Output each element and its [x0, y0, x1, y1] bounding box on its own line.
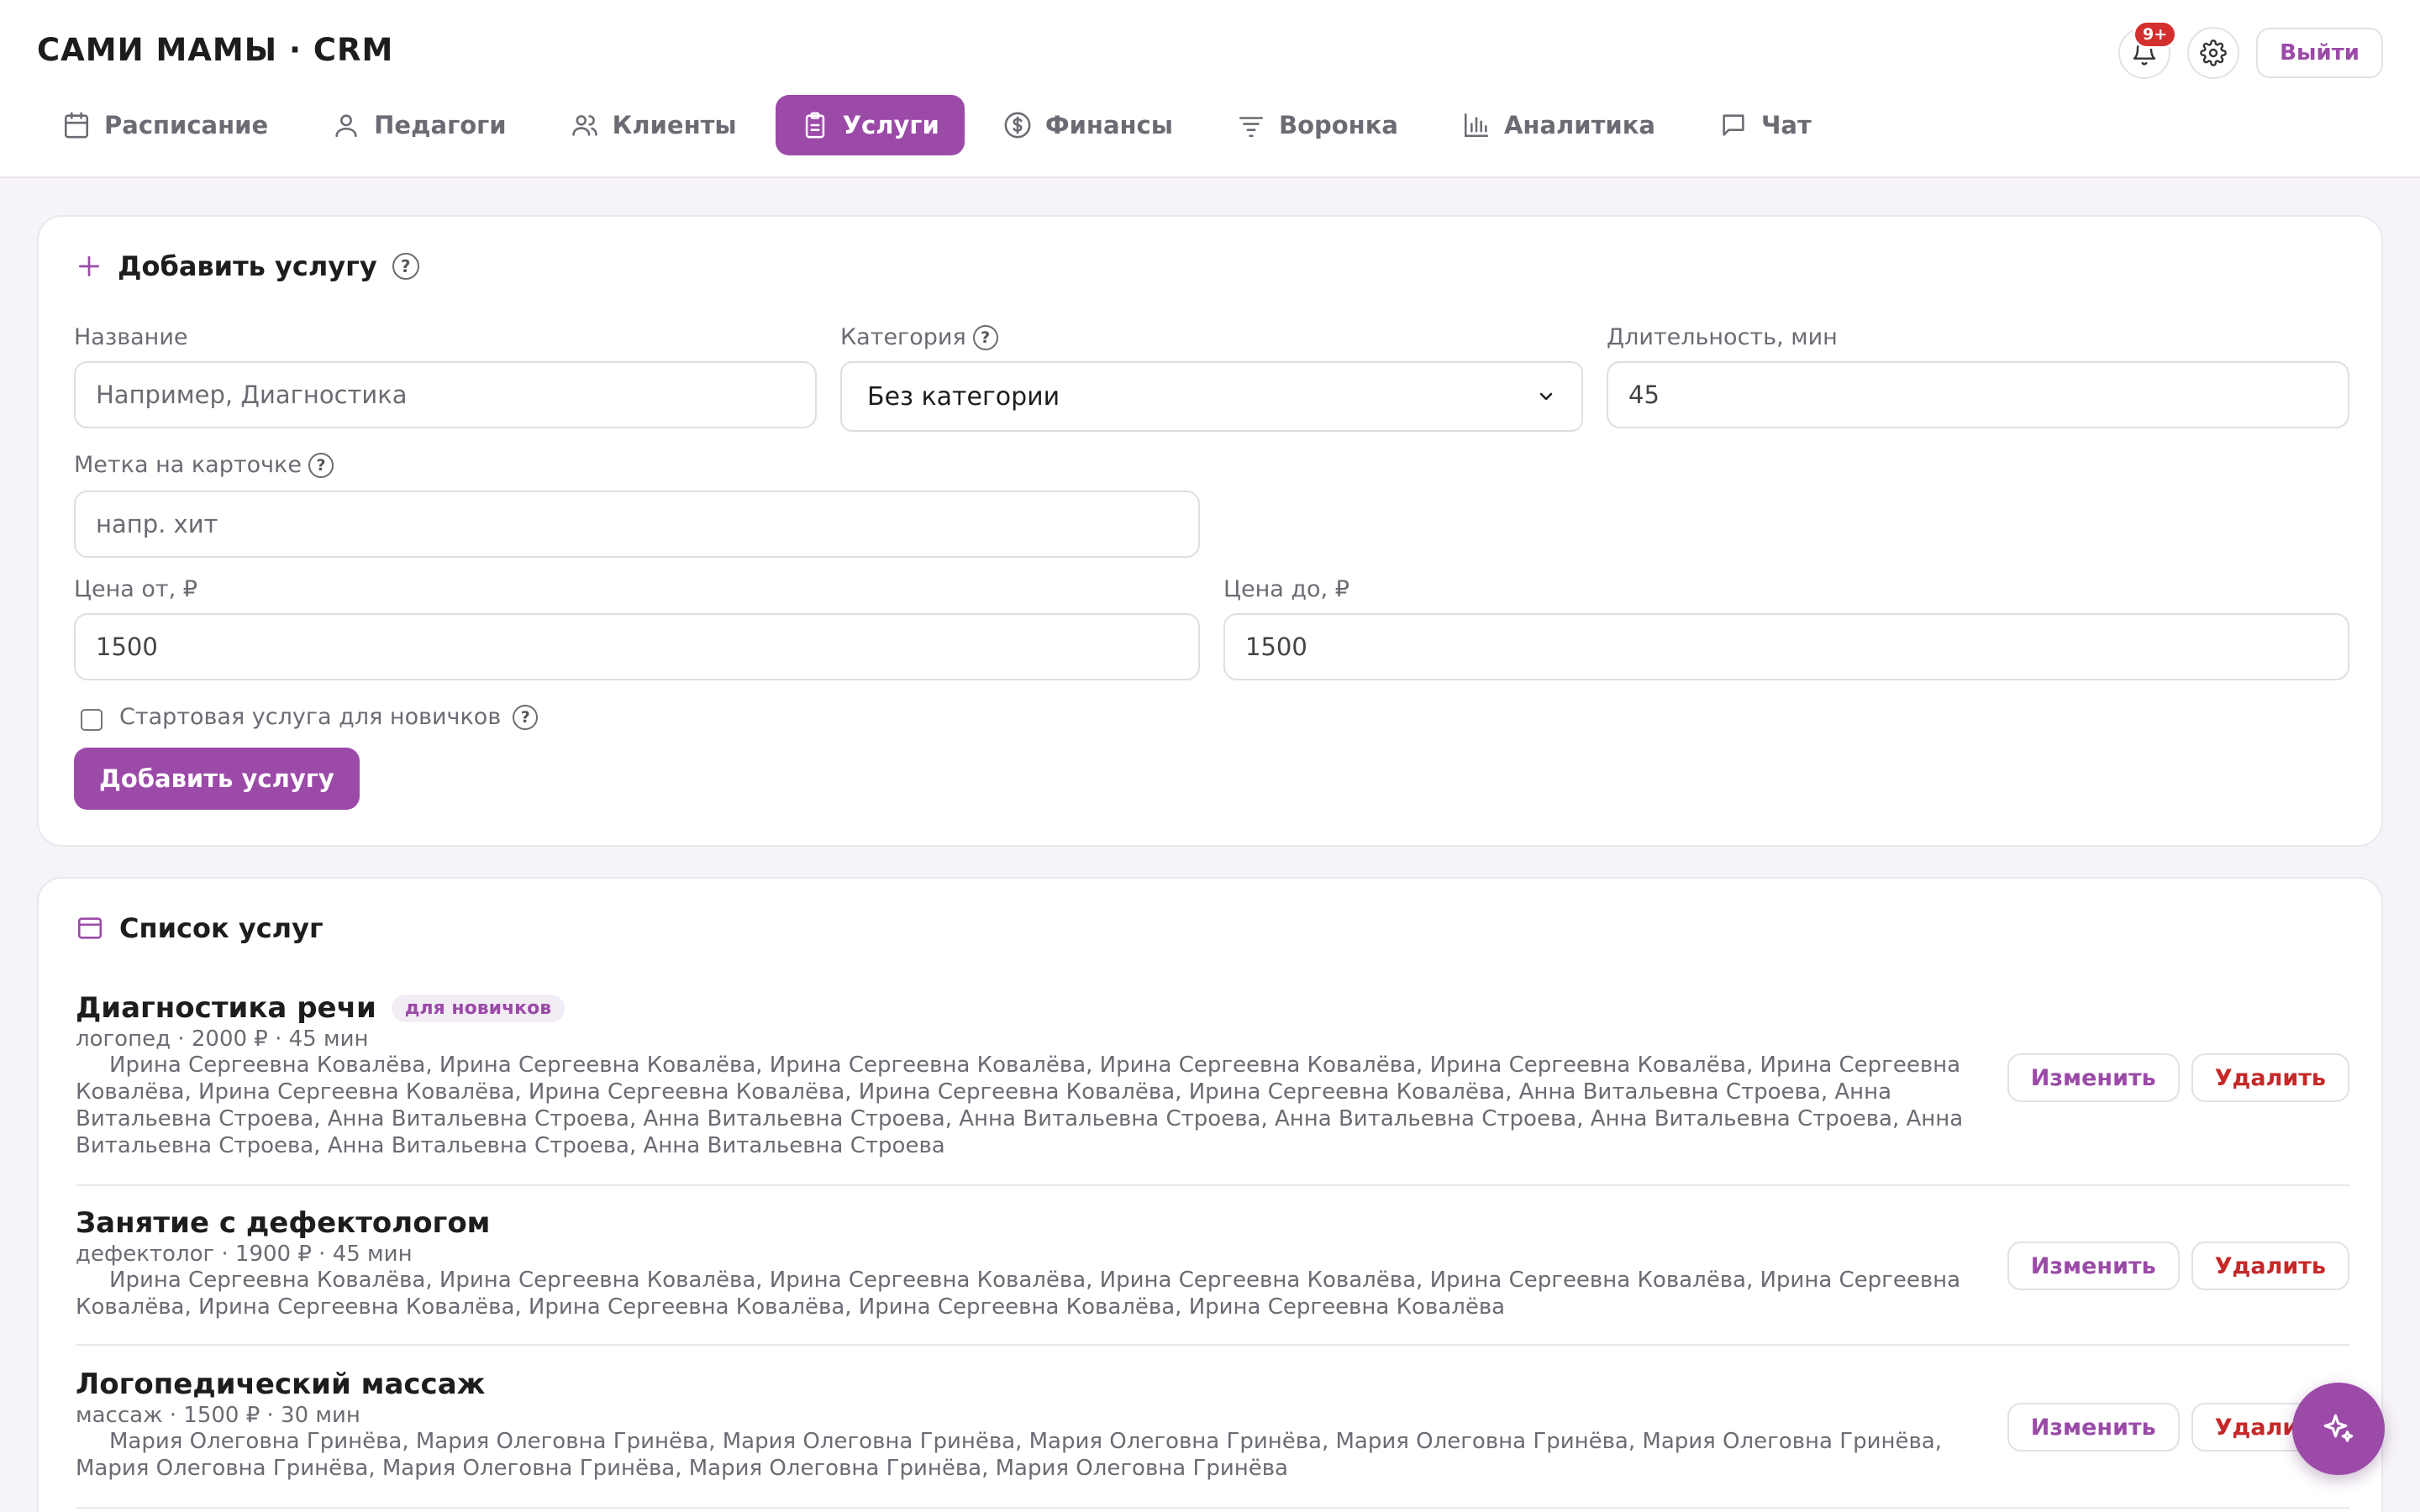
category-label-text: Категория: [840, 324, 966, 350]
add-service-button[interactable]: Добавить услугу: [74, 748, 360, 810]
filter-icon: [1239, 117, 1263, 138]
delete-button[interactable]: Удалить: [2191, 1053, 2349, 1102]
service-name: Логопедический массаж: [76, 1368, 2349, 1401]
category-label: Категория ?: [840, 324, 998, 350]
services-list-card: Список услуг Диагностика речи для новичк…: [37, 877, 2383, 1512]
edit-button[interactable]: Изменить: [2007, 1403, 2180, 1452]
service-staff: Ирина Сергеевна Ковалёва, Ирина Сергеевн…: [76, 1268, 1961, 1320]
nav-item-schedule[interactable]: Расписание: [37, 95, 293, 155]
settings-button[interactable]: [2187, 27, 2240, 79]
price-from-label: Цена от, ₽: [74, 576, 197, 602]
notifications-badge: 9+: [2133, 20, 2178, 49]
name-input[interactable]: Например, Диагностика: [74, 361, 817, 428]
tag-label: Метка на карточке ?: [74, 452, 334, 478]
price-to-input[interactable]: 1500: [1223, 613, 2349, 680]
nav-item-label: Чат: [1760, 111, 1812, 139]
notifications-button[interactable]: 9+: [2118, 20, 2178, 79]
starter-label-text: Стартовая услуга для новичков: [119, 704, 502, 730]
duration-input[interactable]: 45: [1607, 361, 2349, 428]
edit-button[interactable]: Изменить: [2007, 1053, 2180, 1102]
category-value: Без категории: [867, 381, 1060, 412]
services-list-heading: Список услуг: [76, 912, 324, 944]
top-header: САМИ МАМЫ · CRM 9+ Выйти Расписание Педа…: [0, 0, 2420, 178]
nav-item-services[interactable]: Услуги: [775, 95, 965, 155]
delete-button[interactable]: Удалить: [2191, 1242, 2349, 1290]
service-name: Занятие с дефектологом: [76, 1206, 2349, 1240]
nav-item-label: Услуги: [842, 111, 939, 139]
divider: [76, 1344, 2349, 1346]
nav-item-label: Финансы: [1044, 111, 1173, 139]
service-title: Логопедический массаж: [76, 1368, 486, 1401]
starter-label: Стартовая услуга для новичков ?: [119, 704, 539, 730]
service-title: Занятие с дефектологом: [76, 1206, 491, 1240]
service-meta: логопед · 2000 ₽ · 45 мин: [76, 1026, 369, 1052]
tag-label-text: Метка на карточке: [74, 452, 302, 478]
dollar-icon: [1004, 112, 1031, 139]
header-actions: 9+ Выйти: [2118, 20, 2383, 79]
add-service-title: Добавить услугу: [118, 250, 377, 282]
service-staff: Мария Олеговна Гринёва, Мария Олеговна Г…: [76, 1429, 1942, 1481]
service-row: Логопедический массаж массаж · 1500 ₽ · …: [76, 1368, 2349, 1482]
nav-item-clients[interactable]: Клиенты: [545, 95, 762, 155]
help-icon[interactable]: ?: [972, 324, 998, 350]
service-row: Занятие с дефектологом дефектолог · 1900…: [76, 1206, 2349, 1320]
service-actions: Изменить Удалить: [2007, 1053, 2349, 1102]
nav-item-finance[interactable]: Финансы: [978, 95, 1198, 155]
starter-checkbox[interactable]: [81, 709, 103, 731]
user-icon: [335, 114, 357, 138]
add-service-card: Добавить услугу ? Название Например, Диа…: [37, 215, 2383, 847]
category-select[interactable]: Без категории: [840, 361, 1583, 432]
sparkles-icon: [2323, 1414, 2354, 1442]
divider: [76, 1184, 2349, 1186]
logout-button[interactable]: Выйти: [2256, 28, 2383, 78]
service-row: Диагностика речи для новичков логопед · …: [76, 991, 2349, 1159]
clipboard-icon: [805, 112, 824, 139]
nav-item-chat[interactable]: Чат: [1694, 95, 1837, 155]
tag-input[interactable]: напр. хит: [74, 491, 1200, 558]
nav-item-label: Воронка: [1278, 111, 1398, 139]
nav-item-label: Аналитика: [1503, 111, 1655, 139]
bar-chart-icon: [1464, 113, 1488, 138]
help-icon[interactable]: ?: [513, 704, 539, 730]
help-icon[interactable]: ?: [308, 452, 334, 478]
app-title: САМИ МАМЫ · CRM: [37, 32, 394, 68]
newcomer-badge: для новичков: [391, 994, 566, 1022]
ai-assistant-button[interactable]: [2292, 1383, 2385, 1475]
users-icon: [571, 115, 597, 136]
service-staff: Ирина Сергеевна Ковалёва, Ирина Сергеевн…: [76, 1053, 1964, 1158]
card-icon: [77, 917, 103, 939]
nav-item-label: Клиенты: [612, 111, 737, 139]
chevron-down-icon: [1539, 392, 1553, 401]
nav-item-funnel[interactable]: Воронка: [1212, 95, 1423, 155]
calendar-icon: [64, 112, 89, 139]
price-to-label: Цена до, ₽: [1223, 576, 1349, 602]
add-service-heading: Добавить услугу ?: [76, 250, 419, 282]
service-actions: Изменить Удалить: [2007, 1242, 2349, 1290]
message-icon: [1723, 114, 1744, 136]
services-list-title: Список услуг: [119, 912, 324, 944]
help-icon[interactable]: ?: [392, 253, 419, 280]
nav-item-analytics[interactable]: Аналитика: [1437, 95, 1681, 155]
service-title: Диагностика речи: [76, 991, 376, 1025]
plus-icon: [79, 256, 99, 276]
gear-icon: [2200, 39, 2227, 66]
nav-item-teachers[interactable]: Педагоги: [307, 95, 531, 155]
duration-label: Длительность, мин: [1607, 324, 1838, 350]
divider: [76, 1507, 2349, 1509]
main-nav: Расписание Педагоги Клиенты Услуги Финан…: [37, 95, 1837, 155]
nav-item-label: Расписание: [104, 111, 269, 139]
edit-button[interactable]: Изменить: [2007, 1242, 2180, 1290]
name-label: Название: [74, 324, 188, 350]
service-name: Диагностика речи для новичков: [76, 991, 2349, 1025]
nav-item-label: Педагоги: [374, 111, 507, 139]
price-from-input[interactable]: 1500: [74, 613, 1200, 680]
